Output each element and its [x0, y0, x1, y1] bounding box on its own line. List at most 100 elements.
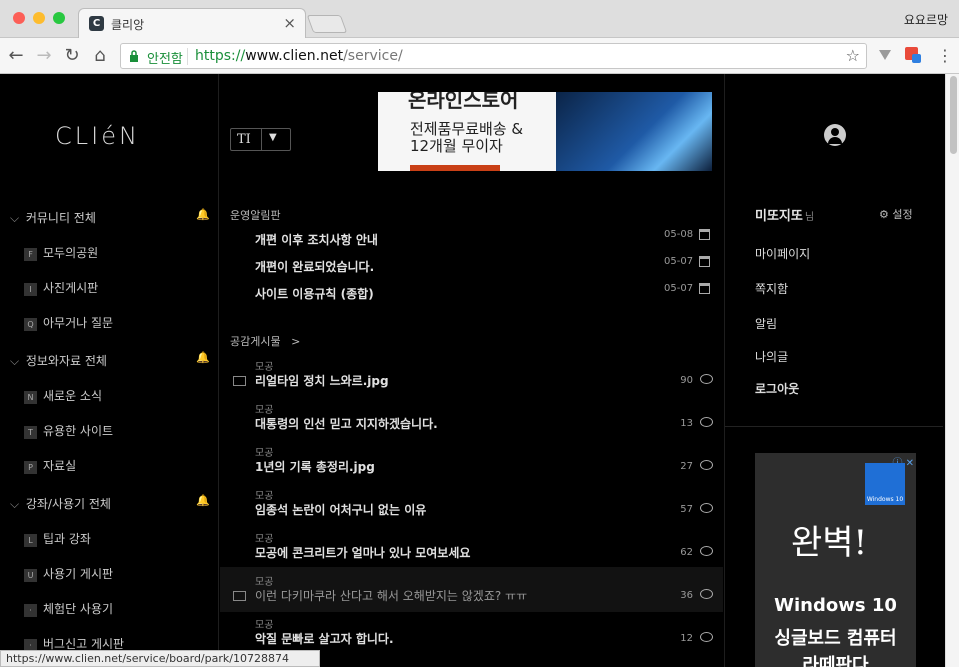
bell-icon[interactable]: 🔔: [196, 494, 210, 507]
messages-link[interactable]: 쪽지함: [755, 280, 788, 297]
sidebar-item-park[interactable]: F 모두의공원: [24, 244, 98, 261]
scroll-thumb[interactable]: [950, 76, 957, 154]
ad-title-1: Windows 10: [774, 595, 897, 616]
image-icon: [233, 591, 246, 601]
profile-name[interactable]: 요요르망: [904, 11, 948, 28]
mypage-link[interactable]: 마이페이지: [755, 245, 810, 262]
post-title[interactable]: 모공에 콘크리트가 얼마나 있나 모여보세요: [255, 544, 470, 561]
comment-count: 36: [680, 590, 693, 601]
sidebar-group-lecture[interactable]: ⌵ 강좌/사용기 전체: [10, 495, 111, 512]
user-avatar-icon[interactable]: [824, 124, 846, 146]
extension-badge-icon[interactable]: [905, 47, 921, 63]
ad-title-3: 라떼판다: [802, 655, 869, 667]
post-title[interactable]: 1년의 기록 총정리.jpg: [255, 458, 375, 475]
comment-bubble-icon: [700, 546, 713, 556]
username[interactable]: 미또지또 님: [755, 205, 814, 224]
post-row-hovered[interactable]: 모공 이런 다키마쿠라 산다고 해서 오해받지는 않겠죠? ㅠㅠ 36: [220, 567, 723, 612]
post-row[interactable]: 모공 임종석 논란이 어처구니 없는 이유 57: [220, 487, 723, 530]
ad-banner-side[interactable]: ⓘ ✕ Windows 10 완벽! Windows 10 싱글보드 컴퓨터 라…: [755, 453, 916, 667]
sidebar-item-question[interactable]: Q 아무거나 질문: [24, 314, 113, 331]
notice-date: 05-07: [664, 283, 694, 294]
settings-link[interactable]: ⚙ 설정: [879, 206, 913, 222]
calendar-icon: [699, 229, 710, 240]
secure-label: 안전함: [147, 52, 183, 67]
notice-item[interactable]: 개편이 완료되었습니다.: [255, 258, 374, 275]
sidebar-item-news[interactable]: N 새로운 소식: [24, 387, 102, 404]
post-row[interactable]: 모공 리얼타임 정치 느와르.jpg 90: [220, 358, 723, 401]
post-category: 모공: [255, 491, 274, 502]
home-icon[interactable]: ⌂: [90, 45, 110, 66]
font-button-divider: [261, 129, 262, 150]
post-title[interactable]: 대통령의 인선 믿고 지지하겠습니다.: [255, 415, 438, 432]
comment-count: 12: [680, 633, 693, 644]
comment-count: 13: [680, 418, 693, 429]
bell-icon[interactable]: 🔔: [196, 351, 210, 364]
sidebar-item-trial[interactable]: · 체험단 사용기: [24, 600, 113, 617]
new-tab-button[interactable]: [306, 15, 348, 33]
sidebar-item-use[interactable]: U 사용기 게시판: [24, 565, 113, 582]
sidebar-item-pds[interactable]: P 자료실: [24, 457, 76, 474]
bookmark-star-icon[interactable]: ☆: [846, 46, 860, 65]
panel-divider: [725, 426, 943, 427]
post-title[interactable]: 리얼타임 정치 느와르.jpg: [255, 372, 389, 389]
post-category: 모공: [255, 577, 274, 588]
post-row[interactable]: 모공 대통령의 인선 믿고 지지하겠습니다. 13: [220, 401, 723, 444]
forward-arrow-icon[interactable]: →: [34, 45, 54, 66]
notifications-link[interactable]: 알림: [755, 315, 777, 332]
page-scrollbar[interactable]: [945, 74, 959, 667]
reload-icon[interactable]: ↻: [62, 45, 82, 66]
notice-item[interactable]: 개편 이후 조치사항 안내: [255, 231, 378, 248]
notice-item[interactable]: 사이트 이용규칙 (종합): [255, 285, 374, 302]
sidebar-item-image[interactable]: I 사진게시판: [24, 279, 98, 296]
post-title[interactable]: 이런 다키마쿠라 산다고 해서 오해받지는 않겠죠? ㅠㅠ: [255, 587, 527, 604]
comment-count: 90: [680, 375, 693, 386]
url-text[interactable]: https://www.clien.net/service/: [195, 48, 403, 64]
caret-down-icon: ▼: [269, 132, 277, 143]
font-size-button[interactable]: TI ▼: [230, 128, 291, 151]
clien-logo[interactable]: CLIéN: [55, 122, 140, 150]
extension-v-icon[interactable]: [877, 47, 893, 63]
comment-bubble-icon: [700, 632, 713, 642]
chevron-down-icon: ⌵: [10, 354, 20, 368]
post-row[interactable]: 모공 1년의 기록 총정리.jpg 27: [220, 444, 723, 487]
windows-logo-icon: Windows 10: [865, 463, 905, 505]
tab-close-icon[interactable]: ×: [283, 14, 296, 32]
notice-section-title[interactable]: 운영알림판: [230, 207, 281, 223]
chevron-down-icon: ⌵: [10, 211, 20, 225]
gear-icon: ⚙: [879, 208, 889, 221]
main-content: TI ▼ 온라인스토어 전제품무료배송 & 12개월 무이자 운영알림판 개편 …: [220, 74, 723, 667]
banner-line2: 12개월 무이자: [410, 137, 503, 155]
my-posts-link[interactable]: 나의글: [755, 348, 788, 365]
sidebar-item-useful[interactable]: T 유용한 사이트: [24, 422, 113, 439]
address-bar[interactable]: 안전함 https://www.clien.net/service/ ☆: [120, 43, 867, 69]
clien-favicon-icon: C: [89, 16, 104, 31]
sidebar-group-info[interactable]: ⌵ 정보와자료 전체: [10, 352, 107, 369]
browser-toolbar: ← → ↻ ⌂ 안전함 https://www.clien.net/servic…: [0, 38, 959, 74]
posts-section-title[interactable]: 공감게시물 >: [230, 333, 300, 349]
font-icon: TI: [237, 132, 251, 147]
sidebar-item-lecture[interactable]: L 팁과 강좌: [24, 530, 91, 547]
browser-tab[interactable]: C 클리앙 ×: [78, 8, 306, 38]
post-title[interactable]: 악질 문빠로 살고자 합니다.: [255, 630, 394, 647]
bell-icon[interactable]: 🔔: [196, 208, 210, 221]
comment-count: 62: [680, 547, 693, 558]
sidebar-group-community[interactable]: ⌵ 커뮤니티 전체: [10, 209, 96, 226]
ad-banner-top[interactable]: 온라인스토어 전제품무료배송 & 12개월 무이자: [378, 92, 712, 171]
logout-link[interactable]: 로그아웃: [755, 380, 799, 397]
comment-bubble-icon: [700, 374, 713, 384]
zoom-window-button[interactable]: [53, 12, 65, 24]
minimize-window-button[interactable]: [33, 12, 45, 24]
lock-icon: [130, 50, 138, 62]
comment-count: 57: [680, 504, 693, 515]
close-window-button[interactable]: [13, 12, 25, 24]
ad-title-2: 싱글보드 컴퓨터: [774, 628, 897, 649]
tab-title: 클리앙: [111, 18, 145, 32]
browser-menu-icon[interactable]: ⋮: [937, 46, 953, 65]
banner-headline: 온라인스토어: [408, 92, 519, 112]
notice-date: 05-07: [664, 256, 694, 267]
user-panel: 미또지또님 ⚙ 설정 마이페이지 쪽지함 알림 나의글 로그아웃 ⓘ ✕ Win…: [724, 74, 945, 667]
chevron-down-icon: ⌵: [10, 497, 20, 511]
back-arrow-icon[interactable]: ←: [6, 45, 26, 66]
post-title[interactable]: 임종석 논란이 어처구니 없는 이유: [255, 501, 426, 518]
comment-bubble-icon: [700, 589, 713, 599]
